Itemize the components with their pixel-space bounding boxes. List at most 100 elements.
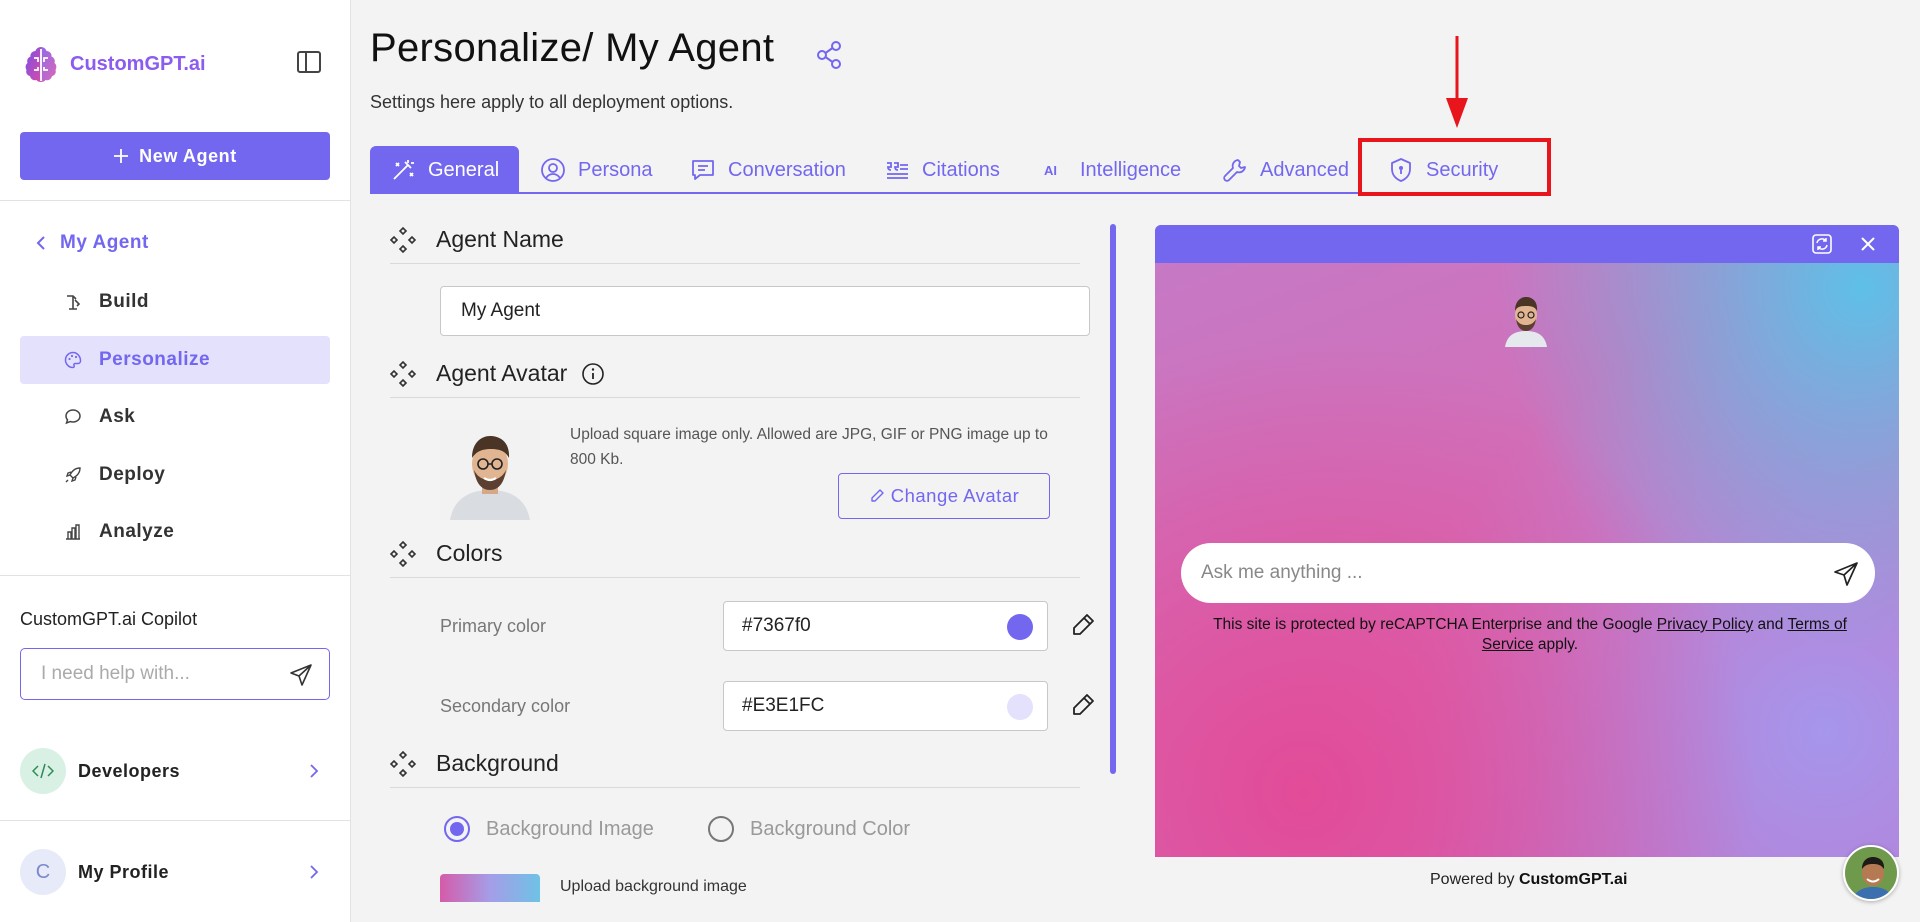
powered-prefix: Powered by xyxy=(1430,871,1519,888)
sidebar-item-ask[interactable]: Ask xyxy=(20,393,330,441)
background-thumbnail xyxy=(440,874,540,902)
logo-text: CustomGPT.ai xyxy=(70,52,206,75)
secondary-color-label: Secondary color xyxy=(440,696,571,716)
new-agent-label: New Agent xyxy=(139,145,237,166)
section-title: Colors xyxy=(436,540,503,566)
chevron-right-icon xyxy=(310,865,319,879)
sidebar-item-analyze[interactable]: Analyze xyxy=(20,508,330,556)
sidebar-item-personalize[interactable]: Personalize xyxy=(20,336,330,384)
drag-handle-icon[interactable] xyxy=(390,540,416,567)
agent-avatar-small xyxy=(1505,297,1547,347)
send-icon[interactable] xyxy=(1833,561,1859,587)
copilot-placeholder: I need help with... xyxy=(41,663,190,684)
build-icon xyxy=(67,295,81,310)
sidebar-item-label: Build xyxy=(99,291,149,312)
recaptcha-notice: This site is protected by reCAPTCHA Ente… xyxy=(1195,615,1865,655)
security-highlight-box xyxy=(1358,138,1551,196)
captcha-and: and xyxy=(1753,616,1788,633)
tab-citations[interactable]: Citations xyxy=(884,146,1000,194)
edit-secondary-color-icon[interactable] xyxy=(1070,692,1096,718)
radio-circle xyxy=(708,816,734,842)
logo[interactable]: CustomGPT.ai xyxy=(20,43,206,85)
drag-handle-icon[interactable] xyxy=(390,750,416,777)
developers-link[interactable]: Developers xyxy=(20,746,330,796)
refresh-icon[interactable] xyxy=(1811,233,1833,255)
back-to-agent-link[interactable]: My Agent xyxy=(36,232,149,254)
secondary-color-value: #E3E1FC xyxy=(742,695,825,716)
my-profile-link[interactable]: C My Profile xyxy=(20,847,330,897)
chat-preview: Ask me anything ... This site is protect… xyxy=(1155,225,1899,857)
rocket-icon xyxy=(65,467,81,483)
copilot-input[interactable]: I need help with... xyxy=(20,648,330,700)
profile-label: My Profile xyxy=(78,861,170,882)
page-title: Personalize/ My Agent xyxy=(370,26,775,70)
chevron-right-icon xyxy=(310,764,319,778)
conversation-icon xyxy=(692,160,714,180)
page-subtitle: Settings here apply to all deployment op… xyxy=(370,92,734,112)
close-icon[interactable] xyxy=(1857,233,1879,255)
sidebar-item-deploy[interactable]: Deploy xyxy=(20,451,330,499)
tab-advanced[interactable]: Advanced xyxy=(1222,146,1349,194)
divider xyxy=(0,575,351,576)
upload-note: Upload square image only. Allowed are JP… xyxy=(570,426,1048,468)
developers-label: Developers xyxy=(78,760,181,781)
privacy-policy-link[interactable]: Privacy Policy xyxy=(1657,616,1753,633)
powered-brand[interactable]: CustomGPT.ai xyxy=(1519,871,1627,888)
section-title: Background xyxy=(436,750,559,776)
citations-icon xyxy=(887,162,908,179)
sidebar-item-label: Deploy xyxy=(99,464,166,485)
chevron-left-icon xyxy=(36,236,45,250)
agent-name-input[interactable]: My Agent xyxy=(440,286,1090,336)
chat-icon xyxy=(65,409,81,425)
code-icon xyxy=(20,748,66,794)
edit-primary-color-icon[interactable] xyxy=(1070,612,1096,638)
section-agent-avatar: Agent Avatar xyxy=(390,360,1080,398)
form-scrollbar[interactable] xyxy=(1110,224,1116,774)
primary-color-swatch[interactable] xyxy=(1007,614,1033,640)
section-colors: Colors xyxy=(390,540,1080,578)
info-icon[interactable] xyxy=(581,362,605,386)
general-settings-form: Agent Name My Agent Agent Avatar Upload … xyxy=(370,222,1100,902)
ask-input[interactable]: Ask me anything ... xyxy=(1181,543,1875,603)
share-icon[interactable] xyxy=(815,40,843,70)
support-avatar-button[interactable] xyxy=(1843,845,1899,901)
back-label: My Agent xyxy=(60,232,149,253)
avatar: C xyxy=(20,849,66,895)
section-title: Agent Name xyxy=(436,226,564,252)
drag-handle-icon[interactable] xyxy=(390,226,416,253)
section-background: Background xyxy=(390,750,1080,788)
change-avatar-label: Change Avatar xyxy=(890,485,1020,506)
primary-color-input[interactable]: #7367f0 xyxy=(723,601,1048,651)
ask-placeholder: Ask me anything ... xyxy=(1201,562,1363,583)
tab-conversation[interactable]: Conversation xyxy=(690,146,846,194)
tab-general[interactable]: General xyxy=(370,146,520,194)
tab-label: Advanced xyxy=(1260,158,1349,181)
tab-label: Citations xyxy=(922,158,1000,181)
bg-color-radio[interactable]: Background Color xyxy=(708,816,910,842)
pencil-icon xyxy=(871,489,884,502)
tab-label: Conversation xyxy=(728,158,846,181)
sidebar-item-build[interactable]: Build xyxy=(20,278,330,326)
wand-icon xyxy=(393,160,414,180)
radio-circle xyxy=(444,816,470,842)
new-agent-button[interactable]: New Agent xyxy=(20,132,330,180)
tab-label: General xyxy=(428,158,500,181)
svg-text:AI: AI xyxy=(1044,163,1057,178)
tab-intelligence[interactable]: AI Intelligence xyxy=(1042,146,1181,194)
tab-persona[interactable]: Persona xyxy=(540,146,653,194)
sidebar-toggle-icon[interactable] xyxy=(296,50,322,74)
bg-image-radio[interactable]: Background Image xyxy=(444,816,654,842)
drag-handle-icon[interactable] xyxy=(390,360,416,387)
preview-header xyxy=(1155,225,1899,263)
captcha-prefix: This site is protected by reCAPTCHA Ente… xyxy=(1213,616,1657,633)
radio-label: Background Image xyxy=(486,817,654,840)
sidebar-item-label: Ask xyxy=(99,406,136,427)
secondary-color-input[interactable]: #E3E1FC xyxy=(723,681,1048,731)
chart-icon xyxy=(66,524,80,540)
send-icon[interactable] xyxy=(289,663,313,687)
secondary-color-swatch[interactable] xyxy=(1007,694,1033,720)
section-agent-name: Agent Name xyxy=(390,226,1080,264)
powered-by: Powered by CustomGPT.ai xyxy=(1430,871,1627,889)
change-avatar-button[interactable]: Change Avatar xyxy=(838,473,1050,519)
divider xyxy=(0,820,351,821)
